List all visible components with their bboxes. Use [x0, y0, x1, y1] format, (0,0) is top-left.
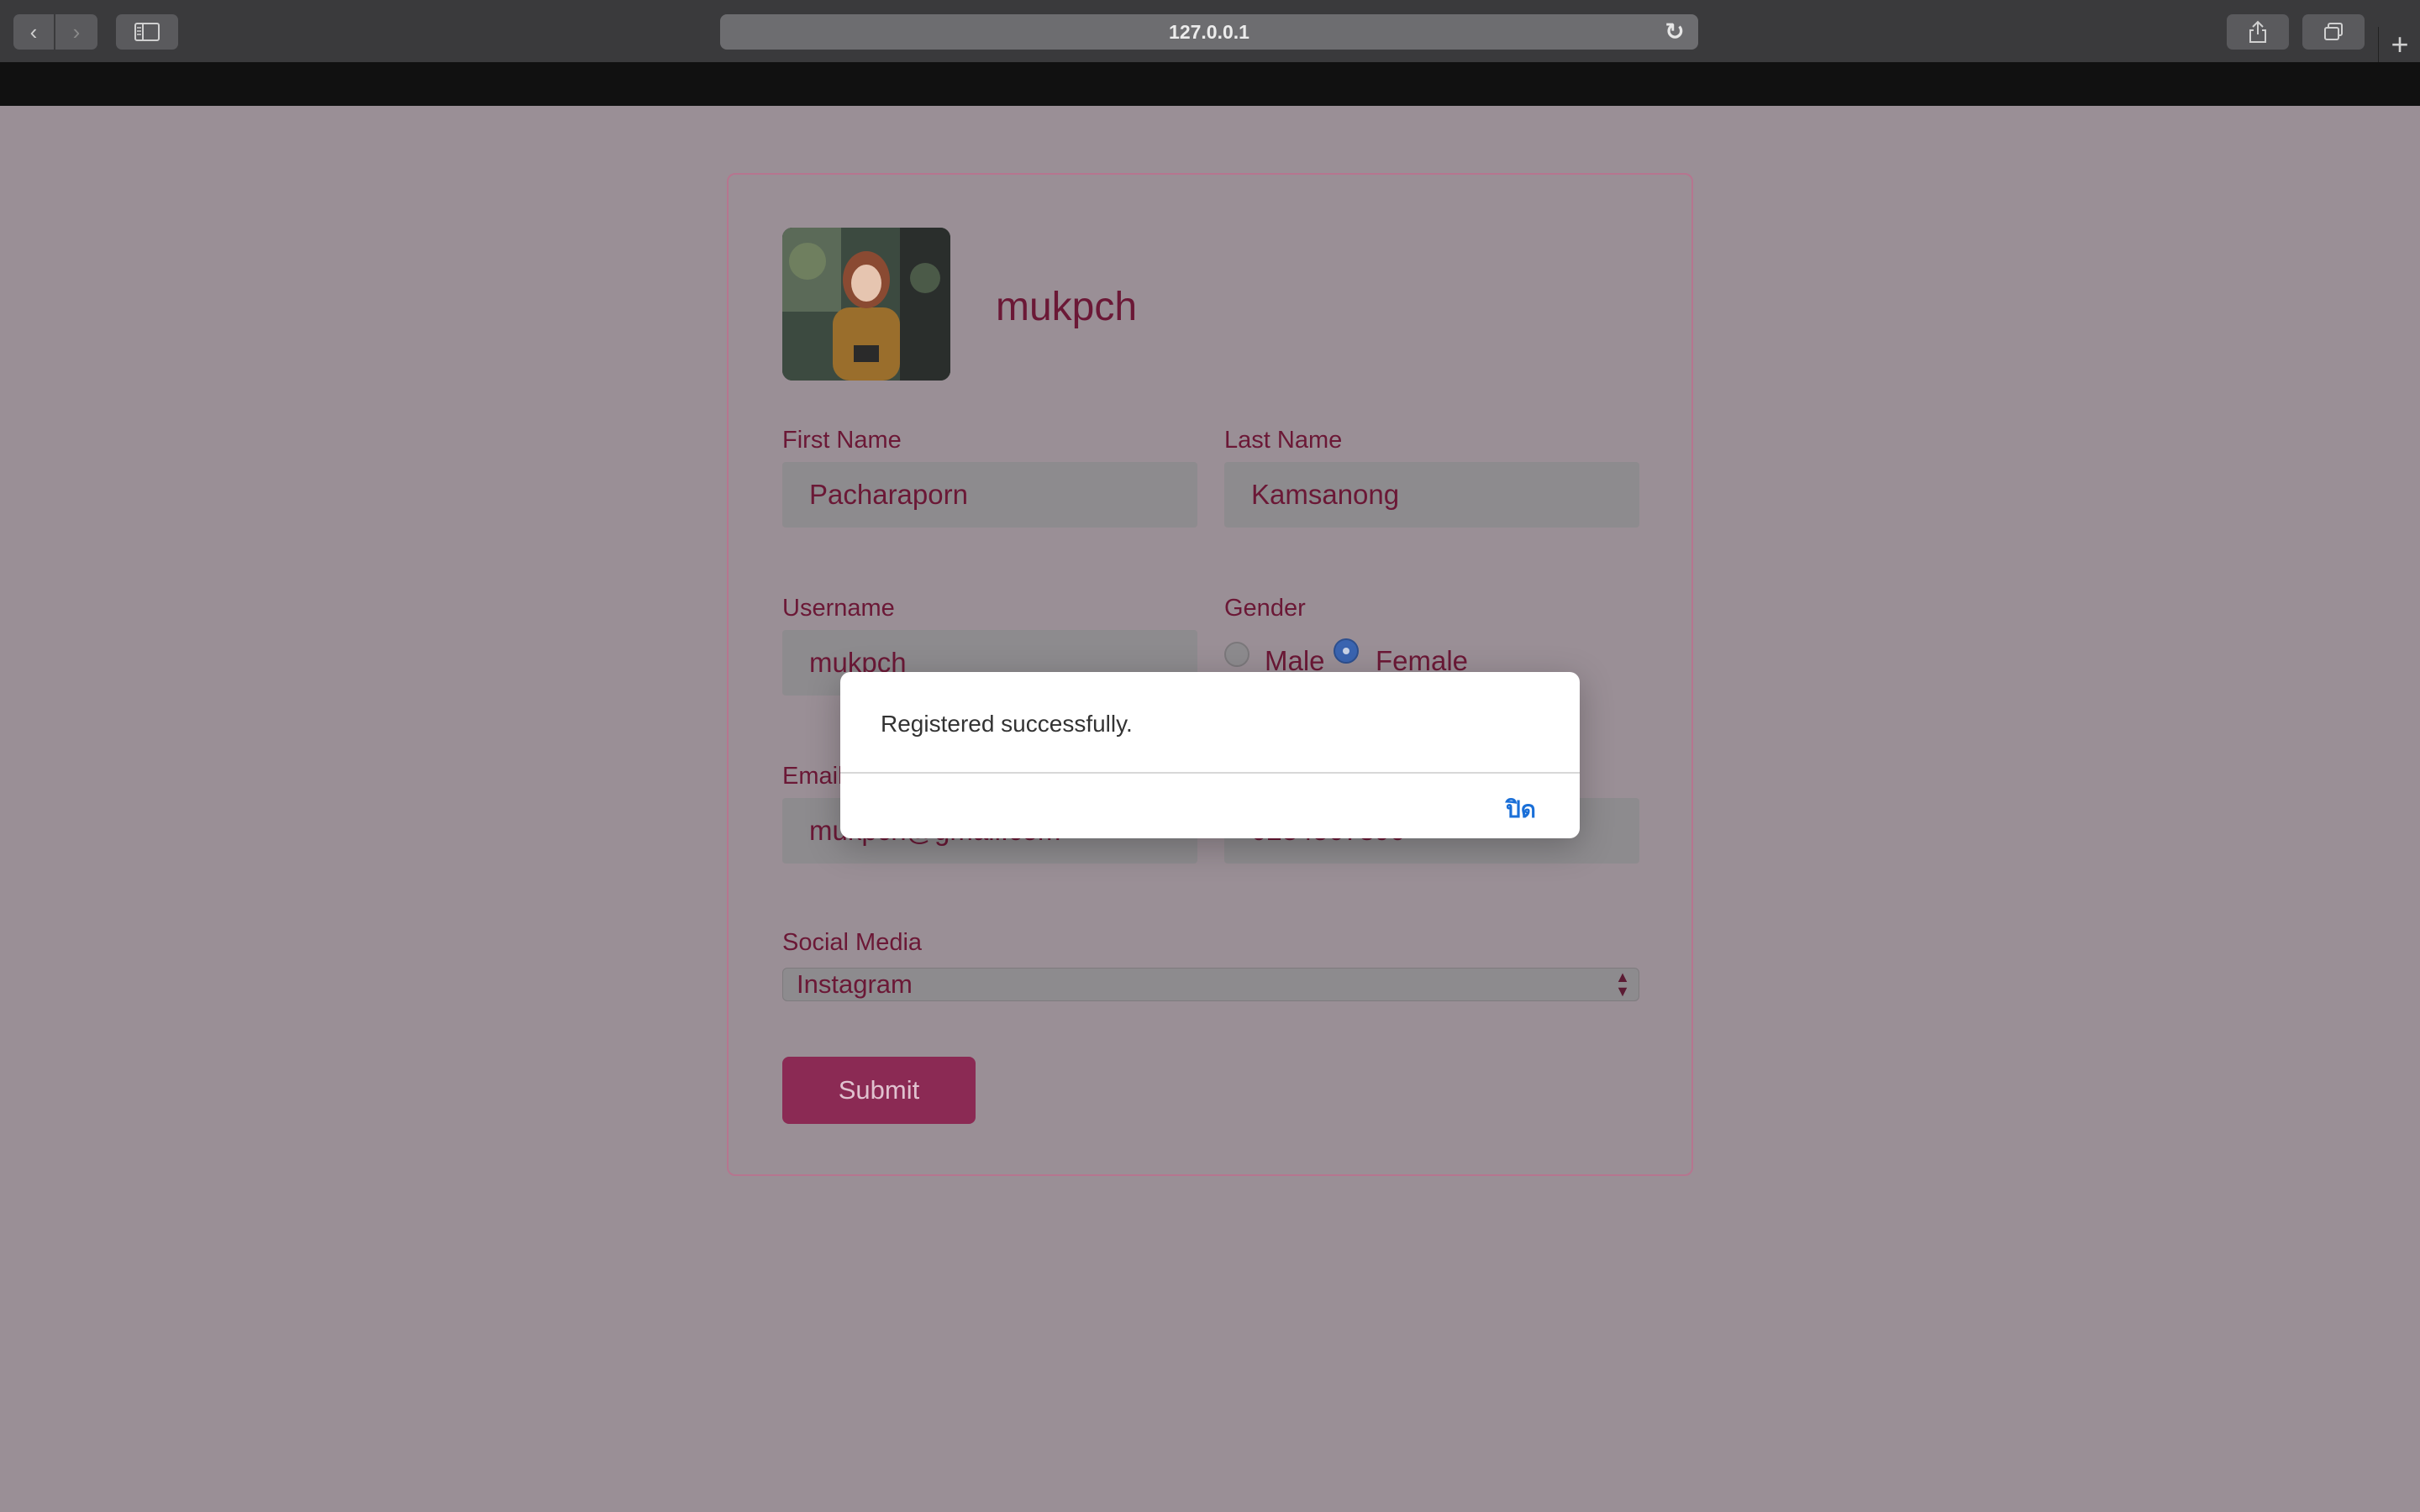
submit-button[interactable]: Submit — [782, 1057, 976, 1124]
tab-bar-strip — [0, 62, 2420, 106]
chevron-left-icon: ‹ — [29, 18, 38, 45]
sidebar-icon — [134, 23, 160, 41]
back-button[interactable]: ‹ — [13, 14, 54, 50]
gender-female-radio[interactable] — [1334, 638, 1359, 664]
last-name-input[interactable]: Kamsanong — [1224, 462, 1639, 528]
share-icon — [2249, 20, 2266, 43]
first-name-value: Pacharaporn — [809, 479, 968, 510]
username-label: Username — [782, 595, 895, 622]
alert-divider — [840, 772, 1580, 774]
new-tab-button[interactable]: + — [2378, 27, 2420, 62]
tabs-icon — [2324, 23, 2343, 40]
address-bar[interactable]: 127.0.0.1 ↻ — [720, 14, 1698, 50]
forward-button[interactable]: › — [55, 14, 97, 50]
email-label: Email — [782, 763, 844, 790]
social-media-value: Instagram — [797, 969, 913, 999]
social-media-label: Social Media — [782, 929, 923, 956]
gender-male-radio[interactable] — [1224, 642, 1249, 667]
submit-button-label: Submit — [838, 1075, 920, 1105]
browser-toolbar: ‹ › 127.0.0.1 ↻ + — [0, 0, 2420, 63]
alert-dialog: Registered successfully. ปิด — [840, 672, 1580, 838]
last-name-label: Last Name — [1224, 427, 1343, 454]
social-media-select[interactable]: Instagram ▲ ▼ — [782, 968, 1639, 1001]
alert-message: Registered successfully. — [881, 711, 1133, 737]
last-name-value: Kamsanong — [1251, 479, 1400, 510]
tabs-overview-button[interactable] — [2302, 14, 2365, 50]
select-arrows-icon: ▲ ▼ — [1615, 969, 1630, 1000]
reload-icon[interactable]: ↻ — [1663, 20, 1686, 44]
avatar — [782, 228, 950, 381]
chevron-right-icon: › — [72, 18, 81, 45]
url-text: 127.0.0.1 — [1169, 20, 1249, 43]
gender-label: Gender — [1224, 595, 1306, 622]
avatar-image — [782, 228, 950, 381]
first-name-label: First Name — [782, 427, 902, 454]
sidebar-toggle-button[interactable] — [116, 14, 178, 50]
plus-icon: + — [2391, 27, 2409, 61]
alert-close-button[interactable]: ปิด — [1506, 791, 1536, 828]
first-name-input[interactable]: Pacharaporn — [782, 462, 1197, 528]
profile-username-heading: mukpch — [996, 285, 1138, 329]
share-button[interactable] — [2227, 14, 2289, 50]
